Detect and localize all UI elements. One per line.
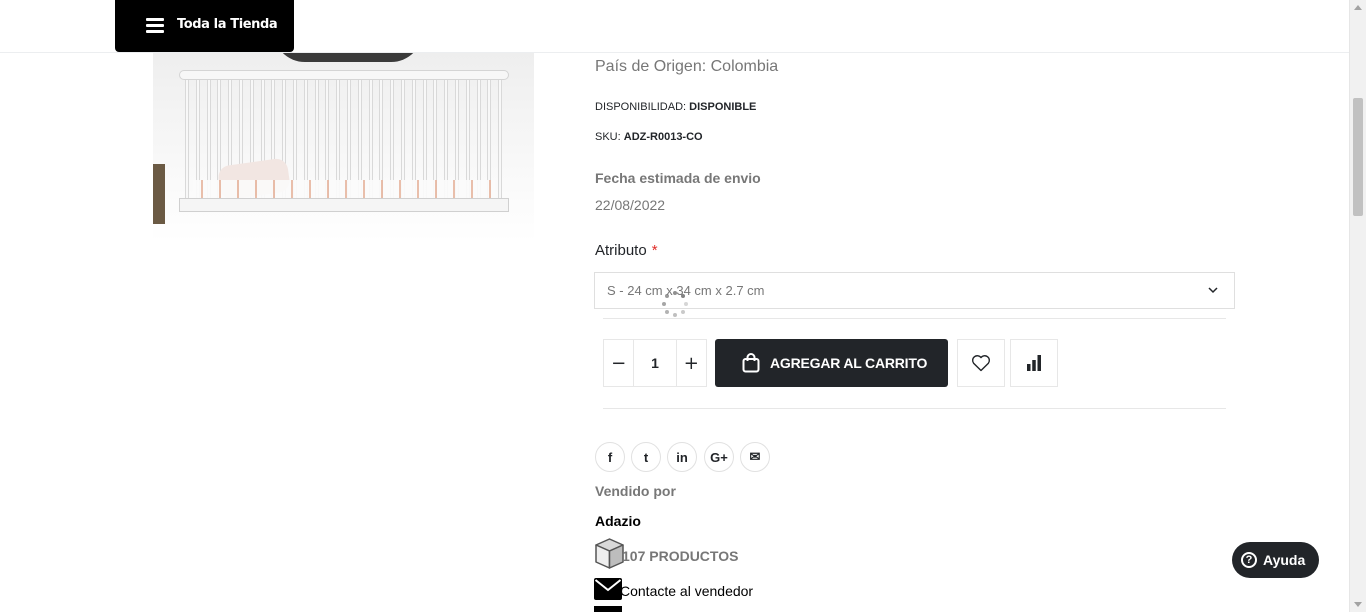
hamburger-menu-icon bbox=[146, 18, 164, 33]
spinner-dot bbox=[680, 294, 685, 299]
sku-value: ADZ-R0013-CO bbox=[623, 131, 703, 143]
divider bbox=[603, 318, 1226, 319]
vertical-scrollbar[interactable] bbox=[1349, 0, 1366, 612]
spinner-dot bbox=[662, 302, 666, 306]
top-header-bar: Toda la Tienda bbox=[0, 0, 1349, 53]
google-plus-icon: G+ bbox=[710, 449, 728, 465]
vendor-name-link[interactable]: Adazio bbox=[595, 513, 641, 529]
sku-label: SKU: bbox=[595, 131, 621, 143]
envelope-icon bbox=[594, 578, 622, 600]
spinner-dot bbox=[665, 294, 670, 299]
shopping-bag-icon bbox=[742, 353, 760, 373]
loading-spinner-icon bbox=[660, 289, 690, 319]
sold-by-label: Vendido por bbox=[595, 483, 676, 499]
estimated-shipping-date: 22/08/2022 bbox=[595, 197, 666, 213]
linkedin-icon: in bbox=[676, 449, 688, 465]
scroll-up-arrow-icon[interactable] bbox=[1354, 5, 1362, 10]
heart-icon bbox=[971, 355, 991, 372]
twitter-icon: t bbox=[643, 449, 649, 465]
quantity-decrement-button[interactable]: − bbox=[604, 340, 633, 386]
furniture-edge-shape bbox=[153, 164, 165, 224]
share-google-plus-button[interactable]: G+ bbox=[704, 442, 734, 472]
compare-button[interactable] bbox=[1010, 339, 1058, 387]
crib-bar bbox=[185, 70, 189, 212]
email-icon: ✉ bbox=[749, 449, 761, 464]
help-label: Ayuda bbox=[1263, 552, 1306, 568]
availability-row: DISPONIBILIDAD: DISPONIBLE bbox=[595, 101, 756, 113]
sku-row: SKU: ADZ-R0013-CO bbox=[595, 131, 703, 143]
bar-chart-icon bbox=[1027, 355, 1041, 371]
add-to-cart-label: AGREGAR AL CARRITO bbox=[770, 355, 928, 371]
attribute-select[interactable]: S - 24 cm x 34 cm x 2.7 cm bbox=[594, 272, 1235, 309]
quantity-increment-button[interactable]: + bbox=[677, 340, 706, 386]
help-button[interactable]: ? Ayuda bbox=[1232, 542, 1319, 578]
product-image[interactable] bbox=[153, 30, 534, 242]
divider bbox=[603, 408, 1226, 409]
required-mark: * bbox=[651, 242, 658, 259]
attribute-label: Atributo * bbox=[595, 242, 658, 259]
spinner-dot bbox=[673, 313, 677, 317]
add-to-cart-button[interactable]: AGREGAR AL CARRITO bbox=[715, 339, 948, 387]
partial-icon bbox=[594, 606, 622, 612]
all-store-menu-label: Toda la Tienda bbox=[177, 17, 278, 32]
attribute-label-text: Atributo bbox=[595, 242, 647, 259]
availability-label: DISPONIBILIDAD: bbox=[595, 101, 687, 113]
wishlist-button[interactable] bbox=[957, 339, 1005, 387]
all-store-menu-button[interactable]: Toda la Tienda bbox=[115, 0, 294, 52]
help-question-icon: ? bbox=[1241, 552, 1257, 568]
crib-bar bbox=[498, 70, 503, 212]
facebook-icon: f bbox=[607, 449, 613, 465]
contact-vendor-link[interactable]: Contacte al vendedor bbox=[620, 583, 753, 599]
availability-value: DISPONIBLE bbox=[689, 101, 757, 113]
share-linkedin-button[interactable]: in bbox=[667, 442, 697, 472]
crib-illustration bbox=[179, 70, 509, 230]
country-of-origin: País de Origen: Colombia bbox=[595, 58, 779, 75]
quantity-input[interactable]: 1 bbox=[633, 340, 677, 386]
estimated-shipping-label: Fecha estimada de envio bbox=[595, 170, 761, 186]
chevron-down-icon bbox=[1208, 287, 1218, 294]
scrollbar-thumb[interactable] bbox=[1353, 98, 1363, 216]
share-facebook-button[interactable]: f bbox=[595, 442, 625, 472]
spinner-dot bbox=[673, 291, 677, 295]
quantity-stepper: − 1 + bbox=[603, 339, 707, 387]
share-email-button[interactable]: ✉ bbox=[740, 442, 770, 472]
spinner-dot bbox=[665, 309, 670, 314]
share-twitter-button[interactable]: t bbox=[631, 442, 661, 472]
scroll-down-arrow-icon[interactable] bbox=[1354, 602, 1362, 607]
spinner-dot bbox=[684, 302, 688, 306]
vendor-product-count-link[interactable]: 107 PRODUCTOS bbox=[622, 548, 738, 564]
spinner-dot bbox=[680, 309, 685, 314]
